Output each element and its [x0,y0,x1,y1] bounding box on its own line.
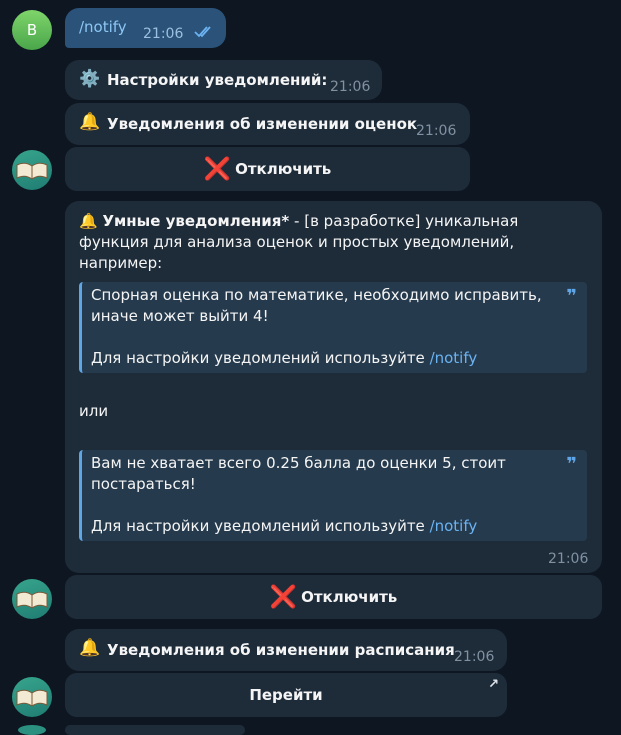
bot-avatar [12,677,52,717]
avatar-letter: B [26,21,38,39]
message-text: Настройки уведомлений: [107,71,328,89]
grades-message: 🔔 Уведомления об изменении оценок 21:06 [65,103,470,145]
bell-icon: 🔔 [79,212,98,230]
button-label: Перейти [249,686,323,704]
double-check-icon [194,26,211,38]
button-label: Отключить [235,160,332,178]
smart-title: Умные уведомления* [102,212,290,230]
message-time: 21:06 [143,26,184,42]
quote-hint: Для настройки уведомлений используйте /n… [91,348,557,369]
button-label: Отключить [301,588,398,606]
bell-icon: 🔔 [79,112,101,132]
quote-text: Вам не хватает всего 0.25 балла до оценк… [91,454,506,493]
book-icon [16,689,48,707]
message-time: 21:06 [416,123,457,139]
schedule-message: 🔔 Уведомления об изменении расписания 21… [65,629,507,671]
bot-avatar [12,579,52,619]
cross-icon: ❌ [203,156,232,182]
external-link-icon: ↗ [488,677,499,692]
notify-link[interactable]: /notify [430,517,478,535]
book-icon [16,162,48,180]
next-message-partial [65,725,245,735]
gear-icon: ⚙️ [79,69,101,89]
quote-hint: Для настройки уведомлений используйте /n… [91,516,557,537]
message-text: Уведомления об изменении оценок [107,115,418,133]
disable-grades-button[interactable]: ❌ Отключить [65,147,470,191]
go-schedule-button[interactable]: Перейти ↗ [65,673,507,717]
notify-link[interactable]: /notify [430,349,478,367]
quote-block: Вам не хватает всего 0.25 балла до оценк… [79,450,587,541]
message-time: 21:06 [454,649,495,665]
outgoing-message: /notify 21:06 [65,8,226,48]
message-text: Уведомления об изменении расписания [107,641,455,659]
bell-icon: 🔔 [79,638,101,658]
quote-icon: ❞ [566,286,577,307]
or-text: или [79,402,109,420]
message-time: 21:06 [548,551,589,567]
hint-text: Для настройки уведомлений используйте [91,349,430,367]
book-icon [16,591,48,609]
quote-text: Спорная оценка по математике, необходимо… [91,286,542,325]
disable-smart-button[interactable]: ❌ Отключить [65,575,602,619]
bot-avatar [12,150,52,190]
message-text: 🔔 Умные уведомления* - [в разработке] ун… [79,211,584,274]
hint-text: Для настройки уведомлений используйте [91,517,430,535]
quote-block: Спорная оценка по математике, необходимо… [79,282,587,373]
user-avatar: B [12,10,52,50]
message-text: /notify [79,18,127,36]
settings-message: ⚙️ Настройки уведомлений: 21:06 [65,60,382,100]
message-time: 21:06 [330,79,371,95]
bot-avatar-partial [18,725,46,735]
cross-icon: ❌ [269,584,298,610]
smart-notifications-message: 🔔 Умные уведомления* - [в разработке] ун… [65,201,602,573]
quote-icon: ❞ [566,454,577,475]
